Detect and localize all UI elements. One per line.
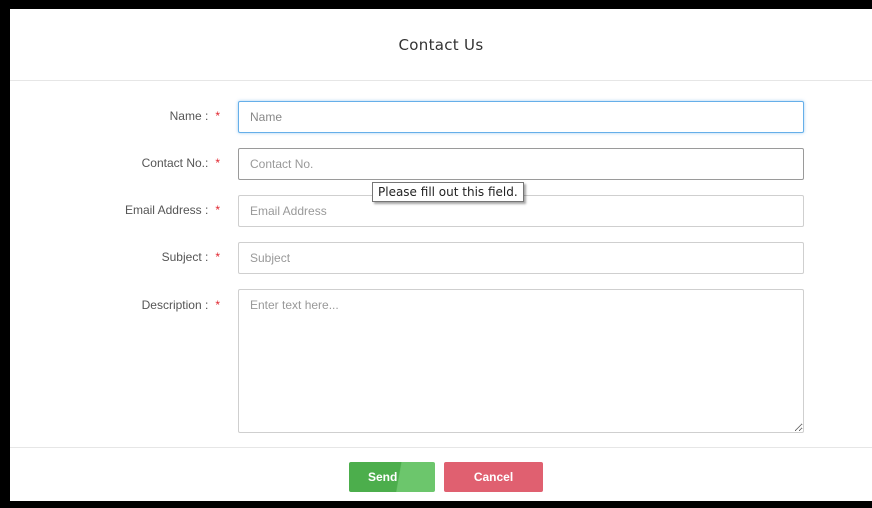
email-label-text: Email Address : [124, 203, 209, 217]
modal-header: Contact Us [10, 9, 872, 81]
subject-input[interactable] [238, 242, 804, 274]
required-mark: * [215, 203, 220, 217]
subject-label: Subject : * [162, 250, 220, 264]
subject-label-text: Subject : [161, 250, 209, 264]
description-textarea[interactable] [238, 289, 804, 433]
description-label-text: Description : [141, 298, 209, 312]
footer-divider [10, 447, 872, 448]
required-mark: * [215, 298, 220, 312]
contact-input[interactable] [238, 148, 804, 180]
contact-modal: Contact Us Name : * Contact No.: * Email A… [10, 9, 872, 501]
cancel-button[interactable]: Cancel [444, 462, 543, 492]
description-label: Description : * [142, 298, 220, 312]
name-label-text: Name : [169, 109, 209, 123]
email-label: Email Address : * [125, 203, 220, 217]
validation-tooltip: Please fill out this field. [372, 182, 524, 202]
required-mark: * [215, 156, 220, 170]
contact-label-text: Contact No.: [141, 156, 209, 170]
modal-title: Contact Us [398, 35, 484, 54]
name-input[interactable] [238, 101, 804, 133]
name-label: Name : * [170, 109, 220, 123]
contact-label: Contact No.: * [142, 156, 220, 170]
send-button[interactable]: Send [349, 462, 435, 492]
required-mark: * [215, 109, 220, 123]
required-mark: * [215, 250, 220, 264]
